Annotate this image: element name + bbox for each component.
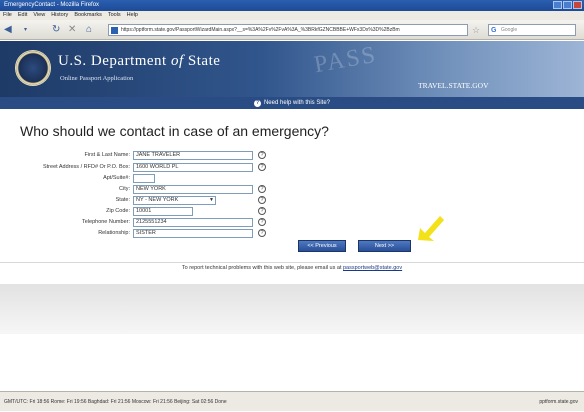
field-label: Apt/Suite#:: [103, 175, 130, 181]
state-select[interactable]: NY - NEW YORK ▼: [133, 196, 216, 205]
menu-bookmarks[interactable]: Bookmarks: [74, 11, 102, 20]
minimize-button[interactable]: [553, 1, 562, 9]
back-icon[interactable]: ◀: [4, 23, 12, 37]
window-titlebar: EmergencyContact - Mozilla Firefox: [0, 0, 584, 11]
previous-button[interactable]: << Previous: [298, 240, 346, 252]
menu-file[interactable]: File: [3, 11, 12, 20]
report-line: To report technical problems with this w…: [0, 265, 584, 271]
field-label: Zip Code:: [106, 208, 130, 214]
history-dropdown-icon[interactable]: ▾: [24, 23, 27, 37]
help-circle-icon[interactable]: ?: [258, 196, 266, 204]
help-circle-icon[interactable]: ?: [258, 207, 266, 215]
navigation-toolbar: ◀ ▾ ↻ ✕ ⌂ https://pptform.state.gov/Pass…: [0, 20, 584, 40]
help-circle-icon[interactable]: ?: [258, 218, 266, 226]
url-text: https://pptform.state.gov/PassportWizard…: [121, 27, 400, 33]
menu-tools[interactable]: Tools: [108, 11, 121, 20]
menu-history[interactable]: History: [51, 11, 68, 20]
field-row-city: City: NEW YORK ?: [0, 185, 584, 194]
footer-band: [0, 284, 584, 334]
field-row-apt: Apt/Suite#:: [0, 174, 584, 183]
search-input[interactable]: G Google: [488, 24, 576, 36]
street-input[interactable]: 1600 WORLD PL: [133, 163, 253, 172]
home-icon[interactable]: ⌂: [86, 23, 92, 37]
dept-main: U.S. Department: [58, 53, 167, 69]
next-button[interactable]: Next >>: [358, 240, 411, 252]
menu-edit[interactable]: Edit: [18, 11, 27, 20]
help-circle-icon[interactable]: ?: [258, 229, 266, 237]
page-title: Who should we contact in case of an emer…: [20, 123, 329, 139]
department-title: U.S. Department of State: [58, 53, 220, 70]
status-domain: pptform.state.gov: [539, 399, 578, 405]
close-button[interactable]: [573, 1, 582, 9]
field-label: City:: [119, 186, 130, 192]
apt-input[interactable]: [133, 174, 155, 183]
maximize-button[interactable]: [563, 1, 572, 9]
bookmark-star-icon[interactable]: ☆: [472, 25, 480, 35]
field-label: Relationship:: [98, 230, 130, 236]
field-row-street: Street Address / RFD# Or P.O. Box: 1600 …: [0, 163, 584, 172]
relationship-input[interactable]: SISTER: [133, 229, 253, 238]
menu-help[interactable]: Help: [127, 11, 138, 20]
city-input[interactable]: NEW YORK: [133, 185, 253, 194]
help-link[interactable]: Need help with this Site?: [264, 100, 330, 106]
status-clocks: GMT/UTC: Fri 18:56 Rome: Fri 19:56 Baghd…: [4, 399, 227, 405]
department-seal-icon: [15, 50, 51, 86]
travel-state-gov-link[interactable]: TRAVEL.STATE.GOV: [418, 81, 489, 90]
report-text: To report technical problems with this w…: [181, 265, 342, 271]
reload-icon[interactable]: ↻: [52, 23, 60, 37]
dept-state: State: [187, 53, 221, 69]
address-bar[interactable]: https://pptform.state.gov/PassportWizard…: [108, 24, 468, 36]
field-row-phone: Telephone Number: 2125551234 ?: [0, 218, 584, 227]
status-bar: GMT/UTC: Fri 18:56 Rome: Fri 19:56 Baghd…: [0, 391, 584, 411]
passport-watermark: PASS: [312, 41, 379, 79]
phone-input[interactable]: 2125551234: [133, 218, 253, 227]
window-controls: [553, 1, 582, 9]
help-icon: ?: [253, 100, 261, 107]
state-value: NY - NEW YORK: [136, 197, 179, 203]
field-row-name: First & Last Name: JANE TRAVELER ?: [0, 151, 584, 160]
help-circle-icon[interactable]: ?: [258, 163, 266, 171]
dept-of: of: [170, 53, 184, 69]
help-bar: ? Need help with this Site?: [0, 97, 584, 109]
field-row-relationship: Relationship: SISTER ?: [0, 229, 584, 238]
name-input[interactable]: JANE TRAVELER: [133, 151, 253, 160]
google-icon: G: [491, 27, 497, 34]
field-label: First & Last Name:: [84, 152, 130, 158]
page-content: Who should we contact in case of an emer…: [0, 109, 584, 391]
help-circle-icon[interactable]: ?: [258, 151, 266, 159]
header-subtitle: Online Passport Application: [60, 75, 134, 82]
dropdown-arrow-icon: ▼: [209, 197, 214, 203]
search-placeholder: Google: [501, 27, 518, 33]
stop-icon[interactable]: ✕: [68, 23, 76, 37]
zip-input[interactable]: 10001: [133, 207, 193, 216]
menu-view[interactable]: View: [33, 11, 45, 20]
field-row-state: State: NY - NEW YORK ▼ ?: [0, 196, 584, 205]
report-email-link[interactable]: passportweb@state.gov: [343, 265, 402, 271]
yellow-arrow-indicator-icon: [418, 216, 444, 241]
help-circle-icon[interactable]: ?: [258, 185, 266, 193]
field-label: Telephone Number:: [81, 219, 130, 225]
site-header: U.S. Department of State Online Passport…: [0, 41, 584, 97]
site-favicon-icon: [111, 27, 118, 34]
divider: [0, 262, 584, 263]
field-label: Street Address / RFD# Or P.O. Box:: [42, 164, 130, 170]
field-row-zip: Zip Code: 10001 ?: [0, 207, 584, 216]
window-title: EmergencyContact - Mozilla Firefox: [4, 2, 100, 8]
field-label: State:: [115, 197, 130, 203]
menu-bar: File Edit View History Bookmarks Tools H…: [0, 11, 584, 20]
